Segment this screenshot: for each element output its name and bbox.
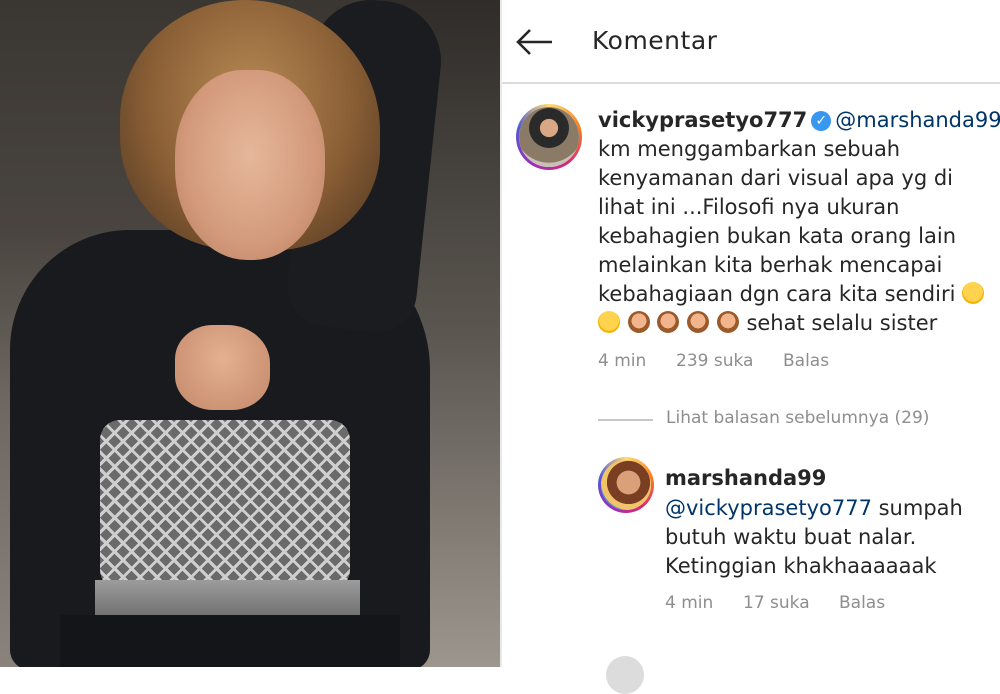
avatar[interactable]	[598, 457, 654, 513]
page-title: Komentar	[592, 26, 718, 55]
hand	[175, 325, 270, 410]
comment-text-line: km menggambarkan sebuah	[598, 137, 901, 161]
reply-button[interactable]: Balas	[783, 351, 829, 371]
comment-text-line: @vickyprasetyo777 sumpah	[665, 494, 963, 523]
comment-text-line: kenyamanan dari visual apa yg di	[598, 166, 954, 190]
back-button[interactable]	[514, 22, 554, 62]
face	[175, 70, 325, 260]
reply-button[interactable]: Balas	[839, 593, 885, 613]
comment-text-line: sehat selalu sister	[598, 309, 937, 338]
see-no-evil-monkey-emoji	[657, 311, 680, 333]
comment-text-line: butuh waktu buat nalar.	[665, 525, 917, 549]
view-previous-replies[interactable]: Lihat balasan sebelumnya (29)	[666, 408, 929, 428]
comment-text-line: kebahagien bukan kata orang lain	[598, 224, 957, 248]
comment-text: sumpah	[871, 496, 963, 520]
comment-text: kebahagiaan dgn cara kita sendiri	[598, 282, 956, 306]
smiling-face-emoji	[962, 282, 985, 304]
comment-header: vickyprasetyo777 ✓ @marshanda99	[598, 106, 1000, 135]
comment-mention[interactable]: @marshanda99	[835, 108, 1000, 132]
arrow-left-icon	[516, 29, 552, 55]
avatar[interactable]	[516, 104, 582, 170]
comment-text-line: kebahagiaan dgn cara kita sendiri	[598, 280, 985, 309]
see-no-evil-monkey-emoji	[627, 311, 650, 333]
comment-text-line: lihat ini ...Filosofi nya ukuran	[598, 195, 900, 219]
avatar[interactable]	[606, 656, 644, 694]
comment-text: sehat selalu sister	[746, 311, 938, 335]
comments-header: Komentar	[502, 0, 1000, 84]
comment-username[interactable]: vickyprasetyo777	[598, 108, 807, 132]
comment-mention[interactable]: @vickyprasetyo777	[665, 496, 872, 520]
comment-username: marshanda99	[665, 466, 827, 490]
post-photo	[0, 0, 500, 667]
comment-time: 4 min	[665, 593, 714, 613]
comments-panel: Komentar vickyprasetyo777 ✓ @marshanda99 k…	[502, 0, 1000, 694]
verified-badge-icon: ✓	[811, 111, 832, 131]
likes-count[interactable]: 239 suka	[676, 351, 753, 371]
comment-text-line: Ketinggian khakhaaaaaak	[665, 554, 937, 578]
likes-count[interactable]: 17 suka	[743, 593, 810, 613]
replies-line	[598, 419, 653, 421]
comment-text-line: melainkan kita berhak mencapai	[598, 253, 943, 277]
see-no-evil-monkey-emoji	[687, 311, 710, 333]
pants	[60, 615, 400, 667]
see-no-evil-monkey-emoji	[716, 311, 739, 333]
waistband	[95, 580, 360, 620]
comment-time: 4 min	[598, 351, 647, 371]
smiling-face-emoji	[598, 311, 620, 333]
mesh-top	[100, 420, 350, 590]
